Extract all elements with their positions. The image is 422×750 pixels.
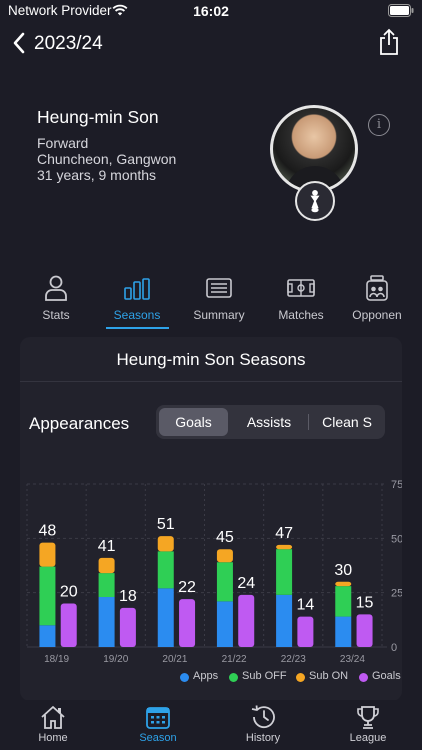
bar-goals	[238, 594, 255, 647]
tab-matches[interactable]: Matches	[261, 274, 341, 322]
tab-opponents[interactable]: Opponen	[337, 274, 417, 322]
bottom-tab-label: League	[349, 732, 387, 744]
history-icon	[251, 705, 275, 729]
tab-label: Matches	[278, 308, 324, 322]
legend-dot-apps	[180, 673, 189, 682]
goals-data-label: 24	[237, 575, 255, 592]
legend-dot-goals	[359, 673, 368, 682]
bar-sub-on	[216, 549, 233, 563]
bar-sub-off	[39, 566, 56, 626]
home-icon	[41, 706, 65, 729]
bars-icon	[124, 278, 150, 300]
bar-goals	[179, 599, 196, 647]
x-tick-label: 23/24	[340, 654, 365, 665]
bar-sub-on	[157, 536, 174, 552]
info-icon[interactable]: i	[368, 114, 390, 136]
y-tick-label: 75	[391, 479, 402, 491]
jar-icon	[366, 275, 388, 301]
goals-data-label: 20	[60, 584, 78, 601]
legend-dot-sub-on	[296, 673, 305, 682]
x-tick-label: 19/20	[103, 654, 128, 665]
total-data-label: 30	[334, 562, 352, 579]
x-tick-label: 21/22	[222, 654, 247, 665]
bar-sub-off	[216, 562, 233, 602]
tab-seasons[interactable]: Seasons	[97, 274, 177, 322]
pitch-icon	[287, 279, 315, 297]
trophy-icon	[357, 706, 379, 729]
player-birthplace: Chuncheon, Gangwon	[37, 151, 177, 167]
bar-sub-on	[276, 544, 293, 550]
tab-label: Seasons	[113, 308, 161, 322]
bar-sub-off	[335, 586, 352, 617]
calendar-icon	[146, 707, 170, 729]
bar-sub-on	[98, 557, 115, 574]
y-tick-label: 25	[391, 588, 402, 600]
bottom-tab-label: History	[245, 732, 281, 744]
x-tick-label: 22/23	[281, 654, 306, 665]
back-chevron-icon[interactable]	[10, 30, 30, 56]
active-tab-indicator	[106, 327, 169, 329]
bar-sub-off	[98, 573, 115, 598]
total-data-label: 48	[39, 523, 57, 540]
page-title: 2023/24	[34, 33, 103, 54]
bar-goals	[356, 614, 373, 647]
avatar	[270, 105, 358, 193]
legend-apps: Apps	[193, 670, 219, 682]
legend-dot-sub-off	[229, 673, 238, 682]
goals-data-label: 15	[356, 594, 374, 611]
total-data-label: 41	[98, 538, 116, 555]
club-badge-icon	[295, 181, 335, 221]
share-icon[interactable]	[378, 28, 400, 56]
bottom-tab-home[interactable]: Home	[13, 704, 93, 744]
bar-sub-on	[39, 542, 56, 567]
tab-stats[interactable]: Stats	[16, 274, 96, 322]
list-icon	[206, 278, 232, 298]
bottom-tab-season[interactable]: Season	[118, 704, 198, 744]
goals-data-label: 22	[178, 579, 196, 596]
tab-label: Summary	[193, 308, 245, 322]
bar-apps	[98, 597, 115, 647]
bar-sub-off	[276, 549, 293, 595]
player-age: 31 years, 9 months	[37, 167, 157, 183]
goals-data-label: 14	[296, 597, 314, 614]
bottom-tab-label: Season	[139, 732, 177, 744]
bottom-tab-label: Home	[38, 732, 68, 744]
bottom-tab-history[interactable]: History	[223, 704, 303, 744]
clock: 16:02	[193, 3, 229, 19]
bar-goals	[60, 603, 77, 647]
bar-sub-off	[157, 551, 174, 589]
total-data-label: 47	[275, 525, 293, 542]
bar-apps	[276, 594, 293, 647]
status-bar: Network Provider 16:02	[0, 0, 422, 22]
x-tick-label: 18/19	[44, 654, 69, 665]
x-tick-label: 20/21	[162, 654, 187, 665]
appearances-chart: 0 25 50 75 48 20 18/19 41 18 19/20 51 22 20/21 45 24 21…	[26, 479, 402, 665]
bar-goals	[297, 616, 314, 647]
legend-goals: Goals	[372, 670, 401, 682]
seasons-card: Heung-min Son Seasons Appearances Goals …	[20, 337, 402, 701]
total-data-label: 45	[216, 529, 234, 546]
bar-apps	[335, 616, 352, 647]
goals-data-label: 18	[119, 588, 137, 605]
bar-apps	[39, 625, 56, 647]
tab-label: Opponen	[352, 308, 402, 322]
bar-sub-on	[335, 581, 352, 587]
player-position: Forward	[37, 135, 89, 151]
bottom-tab-league[interactable]: League	[328, 704, 408, 744]
battery-icon	[388, 4, 414, 17]
tab-label: Stats	[42, 308, 70, 322]
legend-sub-off: Sub OFF	[242, 670, 287, 682]
y-tick-label: 0	[391, 642, 397, 654]
player-name: Heung-min Son	[37, 107, 159, 127]
y-tick-label: 50	[391, 533, 402, 545]
bar-goals	[119, 607, 136, 647]
person-icon	[45, 275, 67, 301]
legend-sub-on: Sub ON	[309, 670, 349, 682]
tab-summary[interactable]: Summary	[179, 274, 259, 322]
total-data-label: 51	[157, 516, 175, 533]
bar-apps	[216, 601, 233, 647]
bar-apps	[157, 588, 174, 647]
